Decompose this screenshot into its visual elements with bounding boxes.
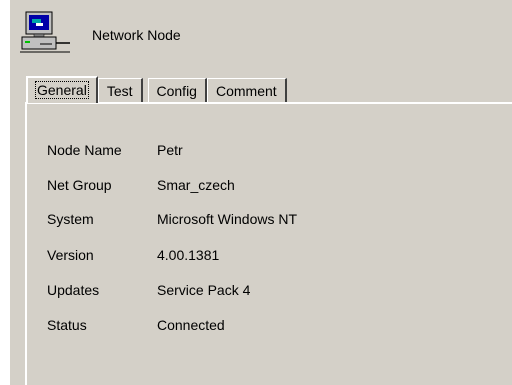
tab-test-label: Test — [106, 83, 133, 99]
tab-comment-label: Comment — [215, 83, 277, 99]
status-value: Connected — [157, 317, 225, 333]
network-node-window: Network Node General Test Config Comment… — [10, 0, 512, 385]
tab-comment[interactable]: Comment — [206, 78, 287, 102]
tab-general[interactable]: General — [26, 76, 98, 103]
node-title: Network Node — [92, 27, 181, 43]
tab-test[interactable]: Test — [97, 78, 143, 102]
tab-general-label: General — [35, 81, 89, 99]
field-row-version: Version 4.00.1381 — [47, 247, 219, 267]
field-row-system: System Microsoft Windows NT — [47, 211, 297, 231]
net-group-label: Net Group — [47, 177, 112, 193]
field-row-net-group: Net Group Smar_czech — [47, 177, 235, 197]
field-row-status: Status Connected — [47, 317, 225, 337]
updates-label: Updates — [47, 282, 100, 298]
tab-config[interactable]: Config — [147, 78, 207, 102]
node-name-value: Petr — [157, 142, 183, 158]
field-row-node-name: Node Name Petr — [47, 142, 183, 162]
network-computer-icon — [20, 10, 72, 58]
updates-value: Service Pack 4 — [157, 282, 251, 298]
general-panel: Node Name Petr Net Group Smar_czech Syst… — [25, 102, 512, 385]
status-label: Status — [47, 317, 87, 333]
system-value: Microsoft Windows NT — [157, 211, 298, 227]
field-row-updates: Updates Service Pack 4 — [47, 282, 250, 302]
system-label: System — [47, 211, 94, 227]
net-group-value: Smar_czech — [157, 177, 235, 193]
tab-config-label: Config — [156, 83, 197, 99]
tab-strip: General Test Config Comment — [26, 76, 287, 103]
version-value: 4.00.1381 — [157, 247, 220, 263]
node-name-label: Node Name — [47, 142, 122, 158]
version-label: Version — [47, 247, 94, 263]
